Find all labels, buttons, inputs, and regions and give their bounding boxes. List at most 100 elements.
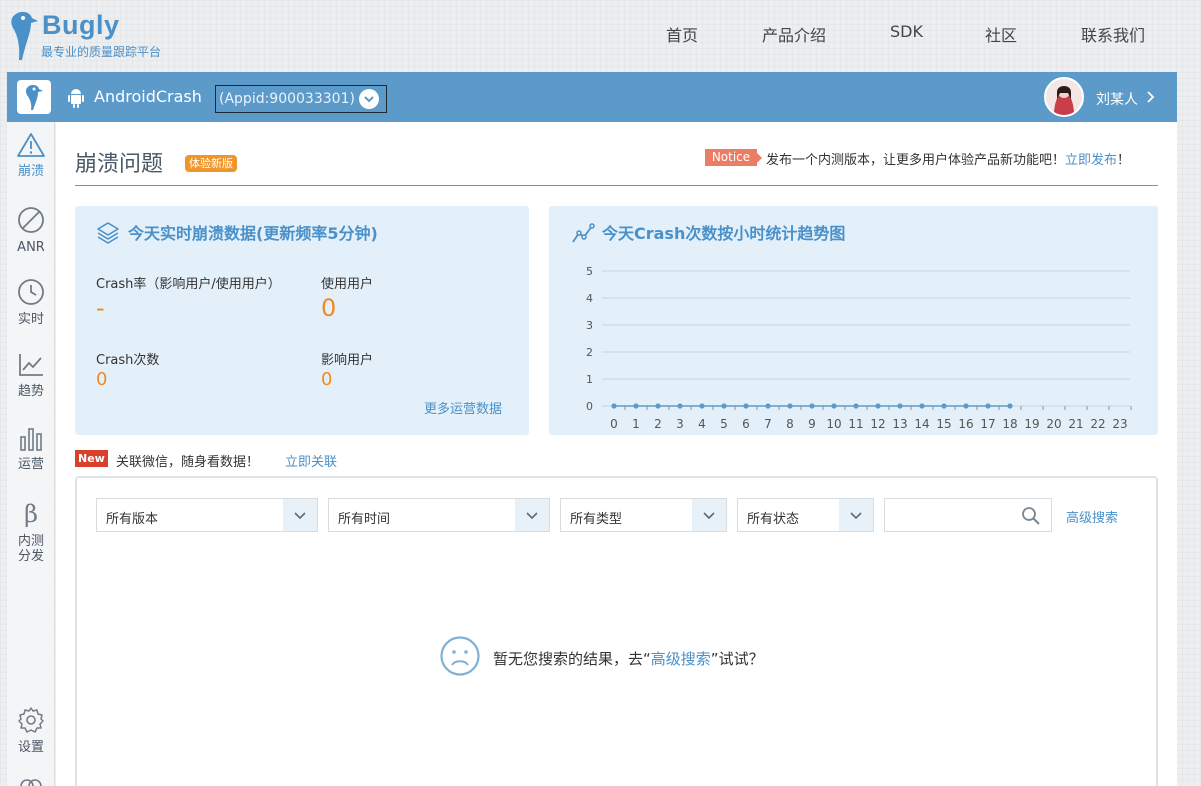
crash-count-label: Crash次数 [96,353,160,368]
woodpecker-logo-icon [11,11,38,60]
data-point [633,403,639,409]
x-tick-label: 5 [720,417,728,431]
x-tick-label: 8 [786,417,794,431]
title-divider [75,185,1158,186]
svg-text:β: β [24,500,38,528]
app-header-bar: AndroidCrash (Appid:900033301) 刘某人 [7,72,1177,122]
realtime-crash-card: 今天实时崩溃数据(更新频率5分钟) Crash率（影响用户/使用用户） - 使用… [75,206,529,435]
x-tick-label: 16 [958,417,973,431]
x-tick-label: 21 [1068,417,1083,431]
data-point [699,403,705,409]
beta-icon: β [24,500,38,528]
sad-face-icon [440,636,480,676]
sidebar-item-anr[interactable]: ANR [7,206,55,255]
try-new-version-badge[interactable]: 体验新版 [185,155,237,172]
data-point [765,403,771,409]
advanced-search-link[interactable]: 高级搜索 [1066,507,1118,526]
x-tick-label: 11 [848,417,863,431]
sidebar-item-operations[interactable]: 运营 [7,427,55,472]
sidebar-item-beta[interactable]: β 内测 分发 [7,500,55,564]
notice-tag: Notice [705,149,762,166]
user-avatar[interactable] [1044,77,1084,117]
crash-rate-value: - [96,294,105,322]
sidebar-item-label: 内测 [17,534,44,549]
data-point [963,403,969,409]
empty-state-text: 暂无您搜索的结果，去“高级搜索”试试？ [493,648,764,669]
new-badge: New [75,450,108,467]
x-tick-label: 3 [676,417,684,431]
chevron-right-icon[interactable] [1147,91,1155,103]
y-tick-label: 0 [586,400,593,413]
sidebar-item-label-line2: 分发 [17,549,44,564]
version-filter-select[interactable]: 所有版本 [96,498,318,532]
clock-icon [18,279,44,305]
brand-tagline: 最专业的质量跟踪平台 [41,45,162,59]
time-filter-select[interactable]: 所有时间 [328,498,550,532]
type-filter-value: 所有类型 [570,512,623,527]
chevron-down-icon[interactable] [839,499,873,531]
empty-advanced-search-link[interactable]: 高级搜索 [651,650,711,668]
version-filter-value: 所有版本 [106,512,159,527]
x-tick-label: 15 [936,417,951,431]
x-tick-label: 1 [632,417,640,431]
search-icon[interactable] [1021,506,1041,526]
warning-icon [17,133,45,157]
nav-home[interactable]: 首页 [666,22,698,46]
app-name: AndroidCrash [94,87,202,106]
hourly-crash-chart: 0123450 1 2 3 4 5 6 7 8 9 10 11 12 13 14 15 16 17 18 19 20 21… [586,265,1132,431]
x-tick-label: 17 [980,417,995,431]
x-tick-label: 2 [654,417,662,431]
status-filter-select[interactable]: 所有状态 [737,498,874,532]
x-tick-label: 7 [764,417,772,431]
app-selector-dropdown[interactable]: (Appid:900033301) [215,85,387,113]
sidebar-item-settings[interactable]: 设置 [7,706,55,755]
bugly-logo[interactable]: Bugly 最专业的质量跟踪平台 [10,8,180,64]
nav-products[interactable]: 产品介绍 [762,22,826,46]
publish-now-link[interactable]: 立即发布 [1065,153,1117,168]
notice-text: 发布一个内测版本，让更多用户体验产品新功能吧！立即发布！ [766,149,1130,168]
y-tick-label: 5 [586,265,593,278]
active-users-label: 使用用户 [321,277,374,292]
notice-message: 发布一个内测版本，让更多用户体验产品新功能吧！ [766,153,1066,168]
x-tick-label: 9 [808,417,816,431]
chevron-down-icon[interactable] [359,89,379,109]
chevron-down-icon[interactable] [283,499,317,531]
crash-list-panel: 所有版本 所有时间 所有类型 所有状态 高级搜索 暂无您搜索的结果，去“高级搜索… [75,476,1158,786]
sidebar-item-label: 设置 [17,740,44,755]
user-name[interactable]: 刘某人 [1096,89,1138,109]
search-input[interactable] [884,498,1052,532]
more-operations-link[interactable]: 更多运营数据 [424,398,502,417]
realtime-card-title: 今天实时崩溃数据(更新频率5分钟) [128,224,378,243]
chevron-down-icon[interactable] [515,499,549,531]
sidebar-item-realtime[interactable]: 实时 [7,278,55,327]
x-tick-label: 6 [742,417,750,431]
chevron-down-icon[interactable] [692,499,726,531]
data-point [677,403,683,409]
wechat-promo-text: 关联微信，随身看数据！ [116,455,260,470]
y-tick-label: 1 [586,373,593,386]
x-tick-label: 4 [698,417,706,431]
type-filter-select[interactable]: 所有类型 [560,498,727,532]
sidebar-item-more[interactable] [7,774,55,786]
trend-chart-icon [19,354,43,376]
link-wechat-button[interactable]: 立即关联 [285,451,337,470]
data-point [743,403,749,409]
android-icon [68,89,84,108]
x-tick-label: 12 [870,417,885,431]
data-point [721,403,727,409]
nav-contact[interactable]: 联系我们 [1081,22,1145,46]
x-tick-label: 22 [1090,417,1105,431]
data-point [787,403,793,409]
app-home-button[interactable] [17,80,51,114]
nav-community[interactable]: 社区 [985,22,1017,46]
y-tick-label: 2 [586,346,593,359]
sidebar-item-crash[interactable]: 崩溃 [7,132,55,179]
link-icon [20,779,42,786]
sidebar-item-trend[interactable]: 趋势 [7,352,55,399]
x-tick-label: 19 [1024,417,1039,431]
nav-sdk[interactable]: SDK [890,22,923,41]
sidebar-item-label: 崩溃 [17,164,44,179]
layers-icon [97,222,119,244]
no-entry-icon [18,207,44,233]
time-filter-value: 所有时间 [338,512,391,527]
